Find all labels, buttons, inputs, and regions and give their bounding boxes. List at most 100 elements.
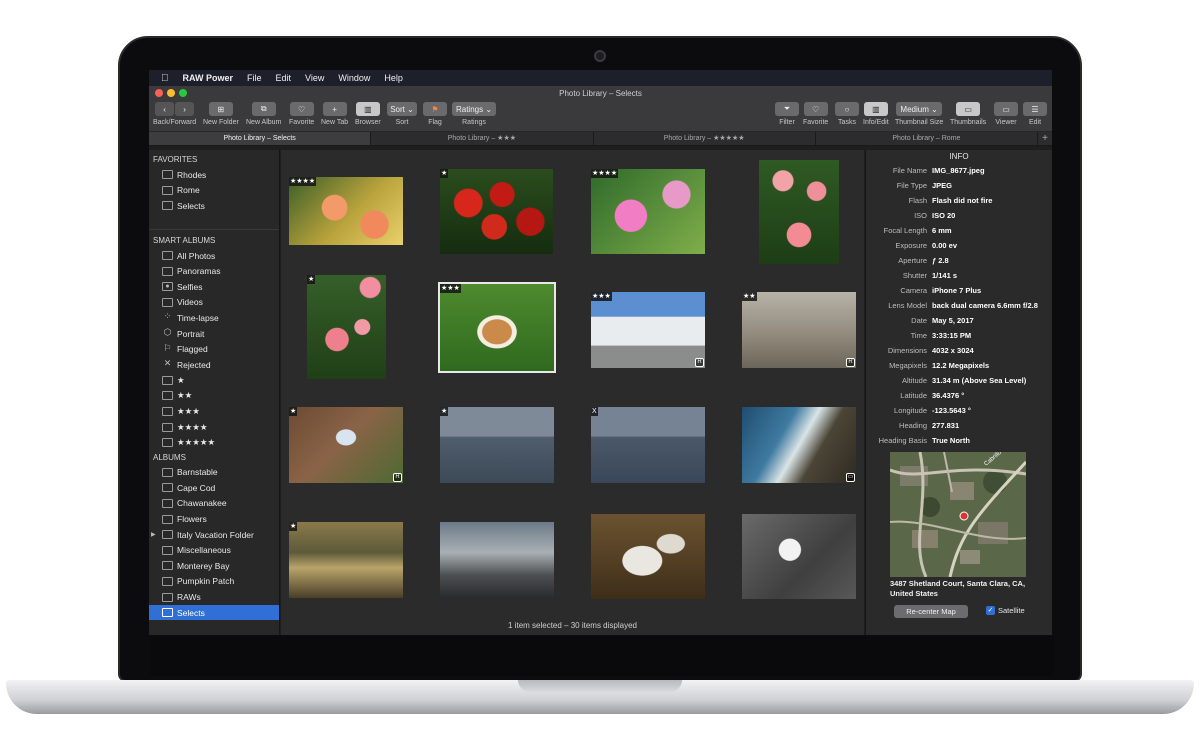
photo-cell[interactable]: ★★★ R [591, 275, 737, 390]
recenter-map-button[interactable]: Re-center Map [894, 605, 968, 618]
menu-file[interactable]: File [247, 73, 262, 83]
photo-cell[interactable] [591, 505, 737, 620]
tab-rome[interactable]: Photo Library – Rome [816, 132, 1038, 145]
ratings-dropdown[interactable]: Ratings ⌄ [452, 102, 496, 116]
sidebar-item-italy-vacation-folder[interactable]: ▶ Italy Vacation Folder [149, 527, 279, 543]
info-row: File Name IMG_8677.jpeg [866, 163, 1052, 178]
sidebar-item-three-stars[interactable]: ★★★ [149, 404, 279, 420]
favorite-button[interactable]: ♡ Favorite [289, 102, 314, 126]
new-folder-button[interactable]: ⊞ New Folder [203, 102, 239, 126]
photo-cell[interactable]: X [591, 390, 737, 505]
sidebar-item-raws[interactable]: RAWs [149, 589, 279, 605]
ratings-control[interactable]: Ratings ⌄ Ratings [452, 102, 496, 126]
new-tab-button[interactable]: + New Tab [321, 102, 348, 126]
album-icon [162, 185, 173, 195]
apple-icon[interactable]:  [161, 73, 169, 84]
sliders-icon: ☰ [1023, 102, 1047, 116]
tab-three-stars[interactable]: Photo Library – ★★★ [371, 132, 594, 145]
sidebar-item-all-photos[interactable]: All Photos [149, 248, 279, 264]
photo-thumbnail: ★ [289, 522, 403, 598]
menu-help[interactable]: Help [384, 73, 403, 83]
photo-cell[interactable]: ★★★★ [591, 160, 737, 275]
sidebar-item-five-stars[interactable]: ★★★★★ [149, 435, 279, 451]
smart-album-icon [162, 438, 173, 448]
sidebar-item-rome[interactable]: Rome [149, 183, 279, 199]
info-edit-button[interactable]: ▥ Info/Edit [863, 102, 889, 126]
photo-cell[interactable]: ★★★ [438, 275, 585, 390]
sidebar-item-portrait[interactable]: ⬡ Portrait [149, 326, 279, 342]
tab-five-stars[interactable]: Photo Library – ★★★★★ [594, 132, 816, 145]
sidebar-item-selects[interactable]: Selects [149, 604, 279, 621]
sidebar-item-two-stars[interactable]: ★★ [149, 388, 279, 404]
menu-edit[interactable]: Edit [276, 73, 292, 83]
sidebar-item-selects-favorite[interactable]: Selects [149, 198, 279, 214]
satellite-checkbox[interactable]: ✓ [986, 606, 995, 615]
info-key: ISO [914, 211, 927, 220]
sidebar-item-time-lapse[interactable]: ⁘ Time-lapse [149, 310, 279, 326]
info-value: ƒ 2.8 [932, 256, 949, 265]
sidebar-item-label: Pumpkin Patch [177, 576, 235, 587]
new-tab-icon: + [322, 102, 347, 116]
sidebar-item-rejected[interactable]: ✕ Rejected [149, 357, 279, 373]
sidebar-item-videos[interactable]: Videos [149, 295, 279, 311]
photo-cell[interactable]: ★★★★ [289, 160, 435, 275]
filter-button[interactable]: ⏷ Filter [775, 102, 799, 126]
tasks-button[interactable]: ○ Tasks [835, 102, 859, 126]
back-forward-control: ‹ › Back/Forward [153, 102, 196, 126]
new-album-button[interactable]: ⧉ New Album [246, 102, 281, 126]
thumbnails-button[interactable]: ▭ Thumbnails [950, 102, 986, 126]
zoom-button[interactable] [179, 89, 187, 97]
info-key: Longitude [894, 406, 927, 415]
rating-badge: ★ [289, 522, 298, 531]
sidebar-item-one-star[interactable]: ★ [149, 373, 279, 389]
album-icon [162, 561, 173, 571]
sidebar-item-label: Flagged [177, 344, 208, 355]
edit-button[interactable]: ☰ Edit [1023, 102, 1047, 126]
tab-selects[interactable]: Photo Library – Selects [149, 132, 372, 145]
sidebar-item-panoramas[interactable]: Panoramas [149, 263, 279, 279]
sidebar-item-flowers[interactable]: Flowers [149, 511, 279, 527]
sidebar-item-flagged[interactable]: ⚐ Flagged [149, 341, 279, 357]
back-button[interactable]: ‹ [155, 102, 175, 116]
sidebar-item-pumpkin-patch[interactable]: Pumpkin Patch [149, 574, 279, 590]
sidebar-item-cape-cod[interactable]: Cape Cod [149, 480, 279, 496]
menu-window[interactable]: Window [338, 73, 370, 83]
sidebar-item-chawanakee[interactable]: Chawanakee [149, 496, 279, 512]
menu-app-name[interactable]: RAW Power [183, 73, 234, 83]
photo-cell[interactable]: ★ [439, 160, 585, 275]
info-key: Exposure [895, 241, 927, 250]
info-value: Flash did not fire [932, 196, 993, 205]
sidebar-item-miscellaneous[interactable]: Miscellaneous [149, 542, 279, 558]
close-button[interactable] [155, 89, 163, 97]
disclosure-triangle-icon[interactable]: ▶ [151, 531, 156, 538]
menu-view[interactable]: View [305, 73, 324, 83]
sidebar-item-monterey-bay[interactable]: Monterey Bay [149, 558, 279, 574]
sidebar-item-barnstable[interactable]: Barnstable [149, 465, 279, 481]
photo-cell[interactable]: ★ R [289, 390, 435, 505]
add-tab-button[interactable]: + [1038, 132, 1052, 145]
sort-dropdown[interactable]: Sort ⌄ [387, 102, 417, 116]
photo-cell[interactable]: ★ [439, 390, 585, 505]
photo-cell[interactable]: ★ [289, 275, 435, 390]
photo-cell[interactable] [439, 505, 585, 620]
forward-button[interactable]: › [175, 102, 195, 116]
sidebar-item-selfies[interactable]: ● Selfies [149, 279, 279, 295]
flag-icon: ⚑ [423, 102, 447, 116]
favorite-right-button[interactable]: ♡ Favorite [803, 102, 828, 126]
sort-control[interactable]: Sort ⌄ Sort [387, 102, 417, 126]
minimize-button[interactable] [167, 89, 175, 97]
photo-cell[interactable]: ★ [289, 505, 435, 620]
thumbnail-size-control[interactable]: Medium ⌄ Thumbnail Size [895, 102, 943, 126]
sidebar-item-four-stars[interactable]: ★★★★ [149, 419, 279, 435]
flag-button[interactable]: ⚑ Flag [423, 102, 447, 126]
sidebar-item-label: Chawanakee [177, 498, 227, 509]
location-map[interactable]: Cabrillo Ave [890, 452, 1026, 577]
sidebar-item-label: Flowers [177, 514, 207, 525]
thumbnail-size-label: Thumbnail Size [895, 119, 944, 126]
viewer-button[interactable]: ▭ Viewer [994, 102, 1018, 126]
info-value: 3:33:15 PM [932, 331, 972, 340]
sidebar-item-rhodes[interactable]: Rhodes [149, 167, 279, 183]
thumbnail-size-dropdown[interactable]: Medium ⌄ [896, 102, 943, 116]
satellite-toggle[interactable]: ✓ Satellite [986, 606, 1025, 615]
browser-button[interactable]: ▥ Browser [355, 102, 381, 126]
